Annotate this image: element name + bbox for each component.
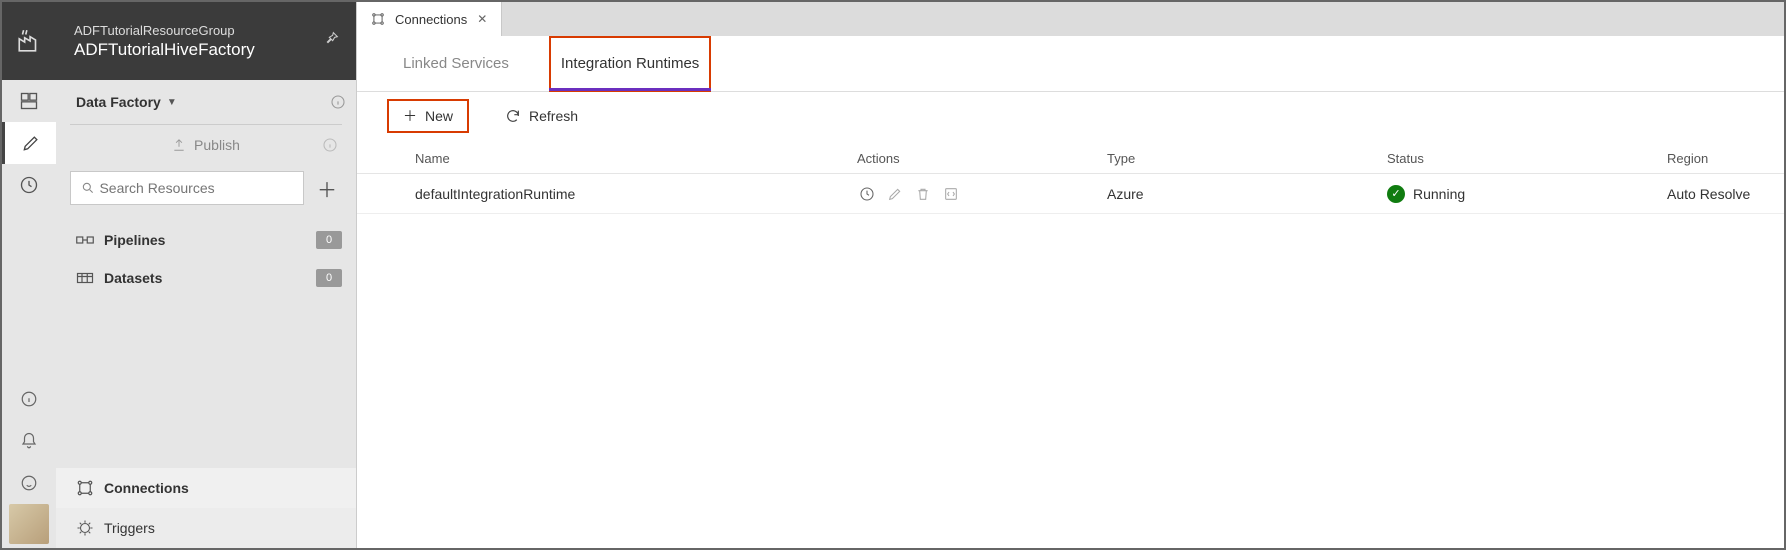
sidebar-item-label: Datasets (104, 270, 162, 286)
sidebar-item-datasets[interactable]: Datasets 0 (56, 259, 356, 297)
subtab-row: Linked Services Integration Runtimes (357, 36, 1784, 92)
feedback-icon[interactable] (2, 462, 56, 504)
count-badge: 0 (316, 231, 342, 249)
factory-group-label: Data Factory (76, 94, 161, 110)
pipeline-icon (76, 233, 94, 247)
user-avatar[interactable] (9, 504, 49, 544)
notifications-icon[interactable] (2, 420, 56, 462)
cell-name: defaultIntegrationRuntime (387, 186, 857, 202)
tab-strip: Connections ✕ (357, 2, 1784, 36)
nav-overview-icon[interactable] (2, 80, 56, 122)
resource-panel: ADFTutorialResourceGroup ADFTutorialHive… (56, 2, 356, 548)
count-badge: 0 (316, 269, 342, 287)
main-panel: Connections ✕ Linked Services Integratio… (356, 2, 1784, 548)
factory-icon (2, 2, 56, 80)
new-button[interactable]: ＋ New (387, 99, 469, 133)
sidebar-item-label: Triggers (104, 520, 155, 536)
info-icon[interactable] (2, 378, 56, 420)
subtab-linked-services[interactable]: Linked Services (393, 36, 519, 92)
subtab-label: Linked Services (403, 55, 509, 72)
toolbar: ＋ New Refresh (357, 92, 1784, 140)
cell-region: Auto Resolve (1667, 186, 1754, 202)
row-actions (857, 184, 1107, 204)
delete-icon[interactable] (913, 184, 933, 204)
triggers-icon (76, 519, 94, 537)
col-region[interactable]: Region (1667, 151, 1754, 166)
search-icon (81, 181, 95, 195)
connections-icon (371, 12, 385, 26)
tab-connections[interactable]: Connections ✕ (357, 2, 502, 36)
info-icon[interactable] (322, 137, 338, 153)
cell-status: ✓ Running (1387, 185, 1667, 203)
table-row[interactable]: defaultIntegrationRuntime (357, 174, 1784, 214)
publish-button[interactable]: Publish (56, 125, 356, 165)
refresh-icon (505, 108, 521, 124)
code-icon[interactable] (941, 184, 961, 204)
upload-icon (172, 138, 186, 152)
breadcrumb: ADFTutorialResourceGroup (74, 23, 255, 38)
publish-label: Publish (194, 137, 240, 153)
col-actions[interactable]: Actions (857, 151, 1107, 166)
factory-title: ADFTutorialHiveFactory (74, 40, 255, 60)
nav-author-icon[interactable] (2, 122, 56, 164)
table-header: Name Actions Type Status Region (357, 144, 1784, 174)
status-ok-icon: ✓ (1387, 185, 1405, 203)
refresh-button[interactable]: Refresh (491, 99, 592, 133)
info-icon[interactable] (330, 94, 346, 110)
add-resource-button[interactable]: ＋ (312, 171, 342, 205)
col-name[interactable]: Name (387, 151, 857, 166)
sidebar-item-triggers[interactable]: Triggers (56, 508, 356, 548)
col-type[interactable]: Type (1107, 151, 1387, 166)
close-icon[interactable]: ✕ (477, 12, 487, 26)
search-field[interactable] (99, 180, 293, 196)
monitor-icon[interactable] (857, 184, 877, 204)
col-status[interactable]: Status (1387, 151, 1667, 166)
refresh-label: Refresh (529, 108, 578, 124)
tab-label: Connections (395, 12, 467, 27)
connections-icon (76, 479, 94, 497)
edit-icon[interactable] (885, 184, 905, 204)
subtab-label: Integration Runtimes (561, 55, 699, 72)
subtab-integration-runtimes[interactable]: Integration Runtimes (549, 36, 711, 92)
factory-header: ADFTutorialResourceGroup ADFTutorialHive… (56, 2, 356, 80)
sidebar-item-label: Pipelines (104, 232, 165, 248)
icon-rail (2, 2, 56, 548)
sidebar-item-pipelines[interactable]: Pipelines 0 (56, 221, 356, 259)
dataset-icon (76, 271, 94, 285)
status-text: Running (1413, 186, 1465, 202)
pin-icon[interactable] (324, 30, 340, 46)
plus-icon: ＋ (403, 106, 417, 126)
sidebar-item-connections[interactable]: Connections (56, 468, 356, 508)
factory-group-row[interactable]: Data Factory ▼ (56, 80, 356, 124)
new-label: New (425, 108, 453, 124)
nav-monitor-icon[interactable] (2, 164, 56, 206)
sidebar-item-label: Connections (104, 480, 189, 496)
search-input[interactable] (70, 171, 304, 205)
cell-type: Azure (1107, 186, 1387, 202)
chevron-down-icon: ▼ (167, 97, 177, 108)
